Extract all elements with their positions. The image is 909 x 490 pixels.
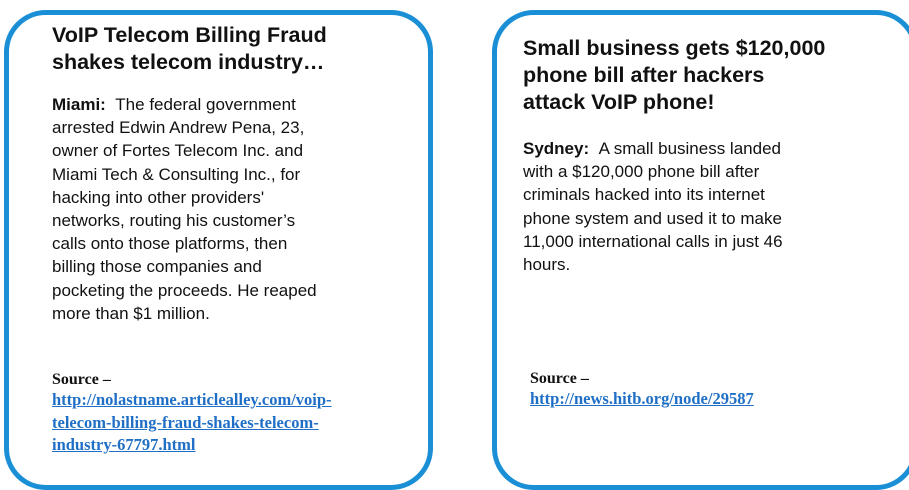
article-body: Sydney: A small business landed with a $… (523, 139, 783, 275)
source-link[interactable]: http://nolastname.articlealley.com/voip-… (52, 389, 332, 457)
dateline: Miami: (52, 95, 106, 114)
article-body: Miami: The federal government arrested E… (52, 95, 317, 323)
dateline: Sydney: (523, 139, 590, 158)
source-label: Source – (530, 370, 589, 387)
article-headline: VoIP Telecom Billing Fraud shakes teleco… (52, 23, 327, 74)
source-label: Source – (52, 371, 111, 388)
source-link[interactable]: http://news.hitb.org/node/29587 (530, 388, 754, 411)
article-headline: Small business gets $120,000 phone bill … (523, 36, 826, 114)
